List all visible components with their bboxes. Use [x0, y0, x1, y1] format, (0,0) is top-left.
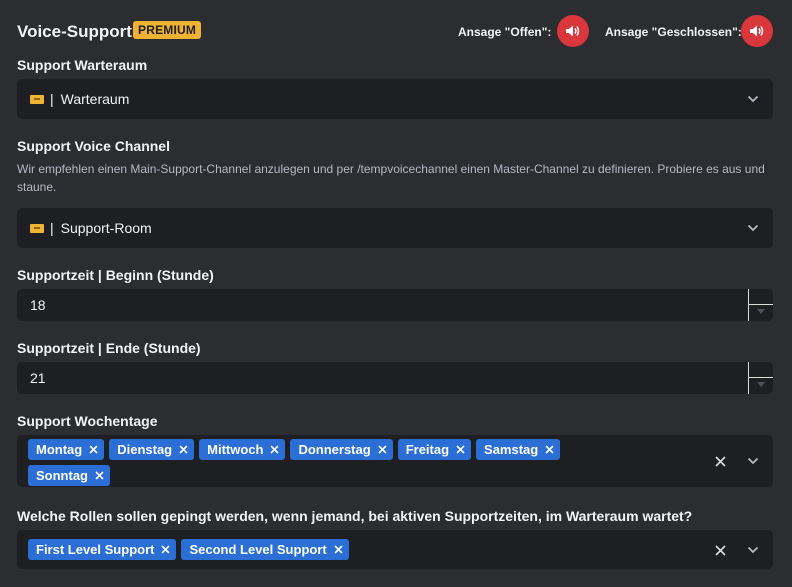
header: Voice-Support PREMIUM Ansage "Offen": An…: [17, 15, 775, 47]
voice-channel-value: Support-Room: [60, 220, 152, 236]
end-hour-stepper[interactable]: [748, 362, 773, 394]
chevron-down-icon[interactable]: [747, 224, 759, 232]
stepper-divider: [749, 377, 773, 378]
page-title: Voice-Support: [17, 22, 132, 41]
chip-label: Donnerstag: [298, 442, 371, 457]
chip-role: First Level Support: [28, 539, 177, 560]
voice-channel-label: Support Voice Channel: [17, 138, 170, 154]
clear-all-icon[interactable]: [715, 456, 726, 467]
chevron-down-icon[interactable]: [747, 95, 759, 103]
chevron-down-icon[interactable]: [747, 546, 759, 554]
speaker-icon: [566, 25, 580, 37]
waiting-room-value: Warteraum: [60, 91, 130, 107]
chip-weekday: Samstag: [476, 439, 561, 460]
chip-weekday: Donnerstag: [290, 439, 393, 460]
premium-badge: PREMIUM: [133, 21, 202, 39]
close-icon[interactable]: [378, 445, 387, 454]
announce-closed-label: Ansage "Geschlossen":: [605, 25, 742, 39]
weekdays-multiselect[interactable]: Montag Dienstag Mittwoch Donnerstag Frei…: [17, 435, 773, 487]
voice-channel-select[interactable]: | Support-Room: [17, 208, 773, 248]
chip-weekday: Mittwoch: [199, 439, 286, 460]
close-icon[interactable]: [456, 445, 465, 454]
close-icon[interactable]: [270, 445, 280, 454]
start-hour-stepper[interactable]: [748, 289, 773, 321]
chip-label: First Level Support: [36, 542, 155, 557]
end-hour-input[interactable]: 21: [17, 362, 773, 394]
chip-label: Second Level Support: [189, 542, 327, 557]
announce-open-button[interactable]: [557, 15, 589, 47]
channel-separator: |: [50, 220, 54, 236]
channel-separator: |: [50, 91, 54, 107]
chip-weekday: Montag: [28, 439, 105, 460]
speaker-icon: [750, 25, 764, 37]
roles-multiselect[interactable]: First Level Support Second Level Support: [17, 530, 773, 569]
chip-label: Montag: [36, 442, 83, 457]
close-icon[interactable]: [179, 445, 188, 454]
chip-label: Mittwoch: [207, 442, 264, 457]
start-hour-value: 18: [30, 297, 46, 313]
chip-role: Second Level Support: [181, 539, 349, 560]
chip-label: Freitag: [405, 442, 450, 457]
waiting-room-label: Support Warteraum: [17, 57, 148, 73]
voice-channel-description: Wir empfehlen einen Main-Support-Channel…: [17, 162, 765, 194]
chevron-down-icon[interactable]: [747, 457, 759, 465]
end-hour-label: Supportzeit | Ende (Stunde): [17, 340, 201, 356]
chip-label: Dienstag: [117, 442, 173, 457]
roles-label: Welche Rollen sollen gepingt werden, wen…: [17, 508, 693, 524]
chip-weekday: Freitag: [397, 439, 472, 460]
chip-label: Sonntag: [36, 468, 88, 483]
close-icon[interactable]: [95, 471, 104, 480]
channel-icon: [30, 94, 44, 104]
chip-weekday: Dienstag: [109, 439, 195, 460]
stepper-down-icon[interactable]: [757, 382, 765, 387]
voice-support-panel: Voice-Support PREMIUM Ansage "Offen": An…: [0, 0, 792, 587]
channel-icon: [30, 223, 44, 233]
close-icon[interactable]: [545, 445, 554, 454]
chip-label: Samstag: [484, 442, 539, 457]
end-hour-value: 21: [30, 370, 46, 386]
announce-closed-button[interactable]: [741, 15, 773, 47]
chip-weekday: Sonntag: [28, 465, 110, 486]
weekdays-label: Support Wochentage: [17, 413, 158, 429]
announce-open-label: Ansage "Offen":: [458, 25, 552, 39]
start-hour-label: Supportzeit | Beginn (Stunde): [17, 267, 214, 283]
waiting-room-select[interactable]: | Warteraum: [17, 79, 773, 119]
stepper-divider: [749, 304, 773, 305]
close-icon[interactable]: [161, 545, 171, 554]
weekdays-chips: Montag Dienstag Mittwoch Donnerstag Frei…: [28, 439, 648, 491]
roles-chips: First Level Support Second Level Support: [28, 539, 648, 565]
stepper-down-icon[interactable]: [757, 309, 765, 314]
close-icon[interactable]: [89, 445, 98, 454]
announce-closed: Ansage "Geschlossen":: [605, 15, 773, 47]
announce-open: Ansage "Offen":: [458, 15, 590, 47]
clear-all-icon[interactable]: [715, 544, 726, 556]
close-icon[interactable]: [334, 545, 343, 554]
start-hour-input[interactable]: 18: [17, 289, 773, 321]
